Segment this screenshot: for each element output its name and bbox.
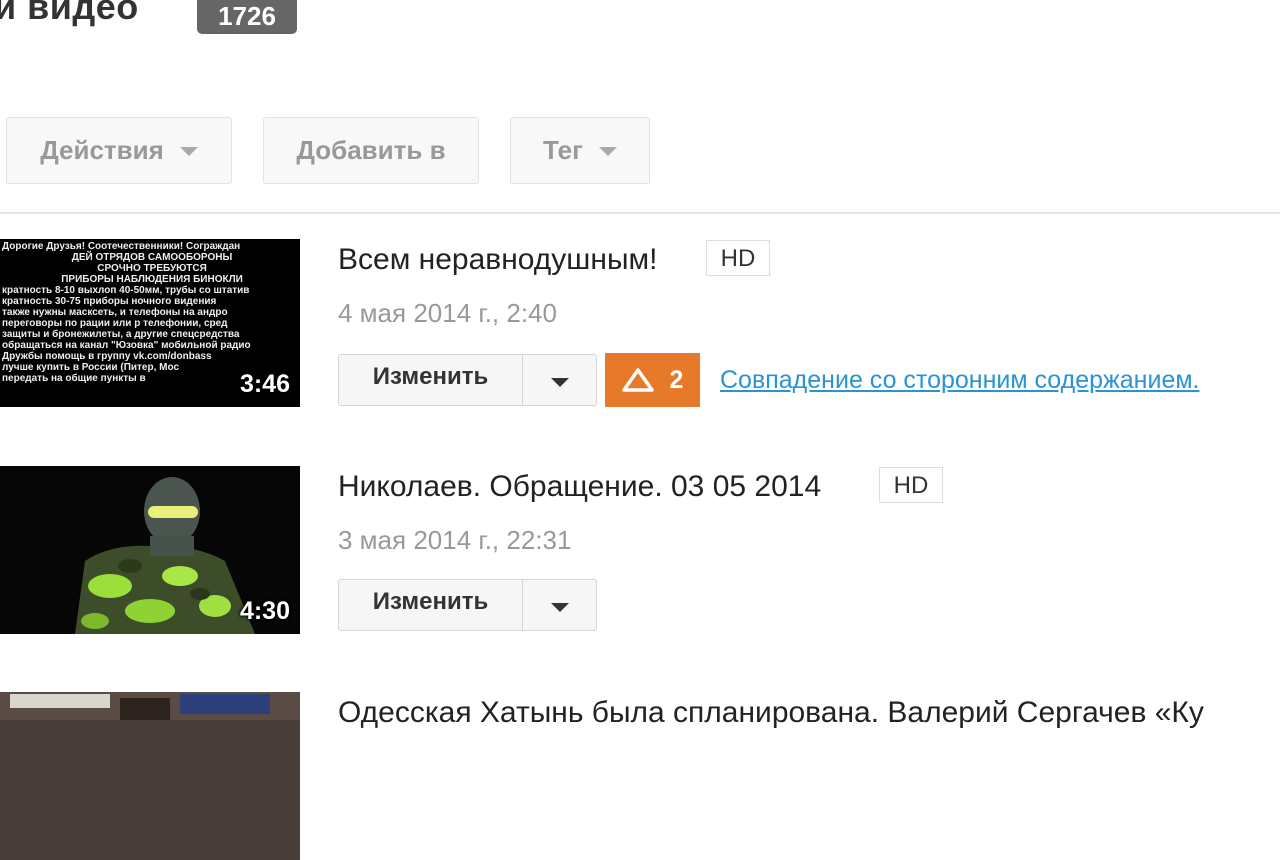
video-title[interactable]: Всем неравнодушным! xyxy=(338,243,657,277)
add-to-button[interactable]: Добавить в xyxy=(263,117,479,184)
warning-count: 2 xyxy=(669,365,684,394)
third-party-match-link[interactable]: Совпадение со сторонним содержанием. xyxy=(720,366,1199,395)
thumbnail-text-line: Дружбы помощь в группу vk.com/donbass xyxy=(2,351,212,362)
edit-button[interactable]: Изменить xyxy=(339,580,523,630)
video-title[interactable]: Одесская Хатынь была спланирована. Валер… xyxy=(338,696,1204,730)
video-thumbnail[interactable]: 4:30 xyxy=(0,466,300,634)
actions-label: Действия xyxy=(40,135,164,165)
video-duration: 4:30 xyxy=(239,597,290,625)
edit-button[interactable]: Изменить xyxy=(339,355,523,405)
thumbnail-text-line: переговоры по рации или р телефонии, сре… xyxy=(2,318,228,329)
thumbnail-text-line: Дорогие Друзья! Соотечественники! Сограж… xyxy=(2,241,241,252)
page-title: и видео xyxy=(0,0,139,27)
thumbnail-text-line: кратность 30-75 приборы ночного видения xyxy=(2,296,217,307)
thumbnail-text-line: кратность 8-10 выхлоп 40-50мм, трубы со … xyxy=(2,285,250,296)
video-thumbnail[interactable]: Дорогие Друзья! Соотечественники! Сограж… xyxy=(0,239,300,407)
edit-options-button[interactable] xyxy=(523,580,596,630)
add-to-label: Добавить в xyxy=(296,135,446,165)
edit-options-button[interactable] xyxy=(523,355,596,405)
thumbnail-text-line: обращаться на канал "Юзовка" мобильной р… xyxy=(2,340,251,351)
thumbnail-text-line: ДЕЙ ОТРЯДОВ САМООБОРОНЫ xyxy=(71,252,233,263)
thumbnail-text: Дорогие Друзья! Соотечественники! Сограж… xyxy=(2,241,300,384)
chevron-down-icon xyxy=(179,147,198,156)
thumbnail-text-line: ПРИБОРЫ НАБЛЮДЕНИЯ БИНОКЛИ xyxy=(61,274,243,285)
video-date: 4 мая 2014 г., 2:40 xyxy=(338,298,557,328)
chevron-down-icon xyxy=(550,377,569,387)
video-duration: 3:46 xyxy=(239,370,290,398)
video-count-badge: 1726 xyxy=(197,0,297,34)
warning-triangle-icon xyxy=(621,368,654,392)
edit-button-group: Изменить xyxy=(338,354,597,406)
thumbnail-text-line: также нужны масксеть, и телефоны на андр… xyxy=(2,307,228,318)
thumbnail-image xyxy=(0,692,300,720)
copyright-warning-badge[interactable]: 2 xyxy=(605,353,700,407)
video-date: 3 мая 2014 г., 22:31 xyxy=(338,525,572,555)
chevron-down-icon xyxy=(598,147,617,156)
hd-badge: HD xyxy=(706,240,770,276)
video-title[interactable]: Николаев. Обращение. 03 05 2014 xyxy=(338,470,821,504)
actions-dropdown-button[interactable]: Действия xyxy=(6,117,232,184)
chevron-down-icon xyxy=(550,602,569,612)
toolbar-divider xyxy=(0,212,1280,214)
thumbnail-text-line: защиты и бронежилеты, а другие спецсредс… xyxy=(2,329,240,340)
edit-button-group: Изменить xyxy=(338,579,597,631)
thumbnail-text-line: СРОЧНО ТРЕБУЮТСЯ xyxy=(97,263,207,274)
video-thumbnail[interactable] xyxy=(0,692,300,860)
tag-dropdown-button[interactable]: Тег xyxy=(510,117,650,184)
tag-label: Тег xyxy=(543,135,583,165)
hd-badge: HD xyxy=(879,467,943,503)
